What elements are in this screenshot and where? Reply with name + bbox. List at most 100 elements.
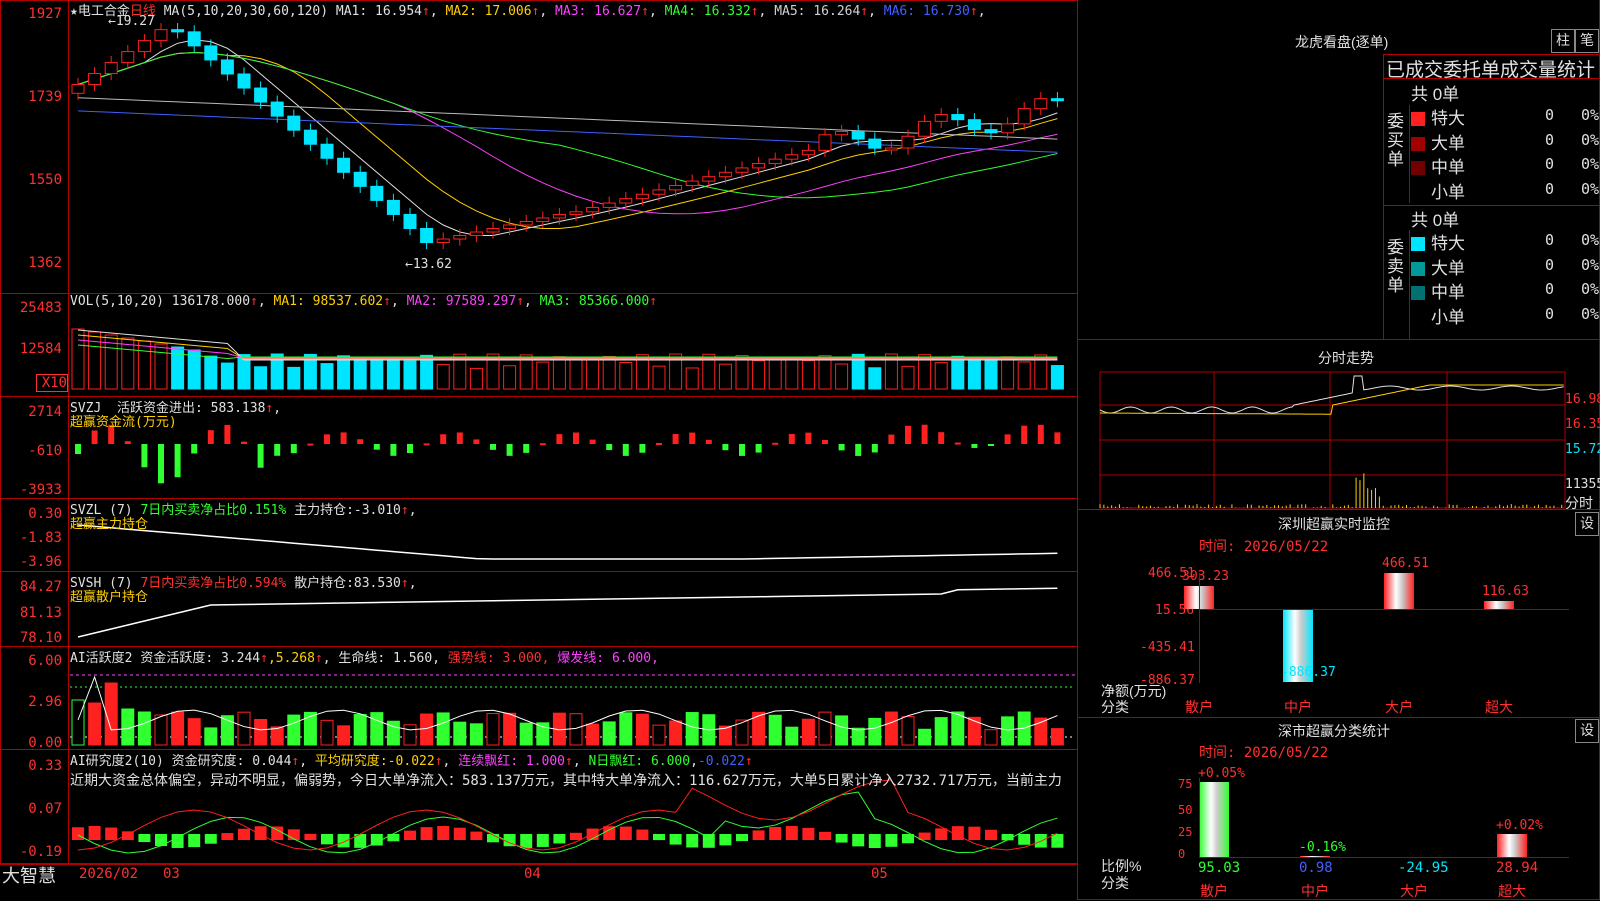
candle-body: [304, 130, 316, 144]
row-pct: 0%: [1581, 180, 1599, 198]
sz-monitor-value-label: 116.63: [1482, 584, 1529, 599]
fund-flow-bar: [988, 444, 994, 446]
up-arrow-icon: ↑: [751, 4, 759, 19]
ai2-comment: 近期大资金总体偏空，异动不明显，偏弱势，今日大单净流入：583.137万元，其中…: [70, 770, 1075, 790]
volume-bar: [570, 359, 582, 389]
activity-bar: [653, 725, 665, 745]
candle-body: [421, 228, 433, 242]
ai2-ytick-0: 0.33: [0, 758, 62, 774]
candle-body: [72, 85, 84, 94]
activity-bar: [304, 712, 316, 745]
volume-bar: [89, 332, 101, 389]
activity-bar: [454, 722, 466, 745]
fund-flow-bar: [673, 434, 679, 444]
sz-class-bottom-value: 28.94: [1496, 860, 1538, 876]
row-pct: 0%: [1581, 106, 1599, 124]
row-label: 中单: [1431, 283, 1465, 302]
bar-mode-button[interactable]: 柱: [1551, 29, 1575, 53]
candle-body: [852, 131, 864, 139]
research-bar: [105, 828, 117, 840]
fund-flow-bar: [357, 439, 363, 444]
research-bar: [736, 834, 748, 841]
candle-body: [902, 136, 914, 148]
research-bar: [769, 827, 781, 840]
color-swatch: [1411, 112, 1425, 126]
ma-values: MA1: 16.954↑, MA2: 17.006↑, MA3: 16.627↑…: [336, 4, 986, 19]
candle-body: [1002, 124, 1014, 133]
research-bar: [753, 830, 765, 840]
candle-body: [620, 199, 632, 203]
lhb-row-特大: 特大 0 0%: [1411, 229, 1465, 254]
fund-flow-bar: [241, 442, 247, 444]
vol-ma-line: [78, 330, 1057, 360]
candle-body: [354, 172, 366, 186]
candle-body: [553, 214, 565, 218]
kline-ytick-1: 1739: [0, 89, 62, 105]
candle-body: [271, 102, 283, 116]
fund-flow-bar: [324, 434, 330, 444]
activity-bar: [105, 683, 117, 745]
sz-class-bottom-value: 95.03: [1198, 860, 1240, 876]
row-count: 0: [1545, 106, 1554, 124]
row-count: 0: [1545, 180, 1554, 198]
lhb-divider-v2: [1409, 230, 1410, 340]
tick-mode-button[interactable]: 笔: [1575, 29, 1599, 53]
fund-flow-bar: [341, 432, 347, 444]
activity-bar: [338, 726, 350, 745]
sz-monitor-category: 大户: [1385, 697, 1413, 717]
kline-ytick-2: 1550: [0, 172, 62, 188]
activity-bar: [852, 728, 864, 745]
fund-flow-bar: [606, 444, 612, 450]
candle-body: [753, 164, 765, 168]
fund-flow-bar: [291, 444, 297, 453]
sz-class-settings-button[interactable]: 设: [1575, 719, 1599, 743]
research-bar: [188, 834, 200, 847]
volume-bar: [769, 358, 781, 389]
vol-unit: X10: [36, 374, 68, 392]
fund-flow-bar: [872, 444, 878, 452]
color-swatch: [1411, 286, 1425, 300]
main-chart-canvas[interactable]: [0, 0, 1078, 864]
candle-body: [288, 116, 300, 130]
svzl-sub: 超赢主力持仓: [70, 513, 148, 532]
volume-bar: [686, 368, 698, 389]
fund-flow-bar: [224, 425, 230, 444]
ai1-header: AI活跃度2 资金活跃度: 3.244↑,5.268↑, 生命线: 1.560,…: [70, 647, 659, 666]
vol-ytick-1: 12584: [0, 341, 62, 357]
sz-class-category: 散户: [1200, 881, 1228, 901]
svzl-ytick-2: -3.96: [0, 554, 62, 570]
candle-body: [504, 225, 516, 229]
brand-logo[interactable]: 大智慧: [2, 862, 56, 888]
research-bar: [570, 833, 582, 840]
candle-body: [338, 158, 350, 172]
candle-body: [155, 30, 167, 41]
ai2-header: AI研究度2(10) 资金研究度: 0.044↑, 平均研究度:-0.022↑,…: [70, 750, 753, 769]
research-bar: [836, 834, 848, 843]
sz-monitor-value-label: 466.51: [1382, 556, 1429, 571]
fund-flow-bar: [822, 440, 828, 444]
color-swatch: [1411, 161, 1425, 175]
fund-flow-bar: [258, 444, 264, 468]
volume-bar: [72, 329, 84, 389]
sz-monitor-category: 超大: [1485, 697, 1513, 717]
volume-bar: [1002, 357, 1014, 389]
svzj-ytick-1: -610: [0, 443, 62, 459]
activity-bar: [437, 713, 449, 745]
activity-bar: [935, 718, 947, 745]
fund-flow-bar: [955, 443, 961, 445]
volume-bar: [205, 356, 217, 389]
candle-body: [1051, 99, 1063, 101]
fund-flow-bar: [805, 433, 811, 444]
research-bar: [686, 834, 698, 847]
volume-bar: [338, 356, 350, 389]
sz-monitor-settings-button[interactable]: 设: [1575, 512, 1599, 536]
row-label: 大单: [1431, 259, 1465, 278]
lhb-title: 龙虎看盘(逐单): [1295, 32, 1388, 52]
intraday-ytick-2: 15.72: [1565, 442, 1600, 457]
activity-bar: [504, 713, 516, 745]
fund-flow-bar: [839, 444, 845, 450]
row-label: 特大: [1431, 109, 1465, 128]
fund-flow-bar: [938, 432, 944, 444]
sz-class-pct-label: +0.05%: [1198, 766, 1245, 781]
fund-flow-bar: [772, 443, 778, 445]
